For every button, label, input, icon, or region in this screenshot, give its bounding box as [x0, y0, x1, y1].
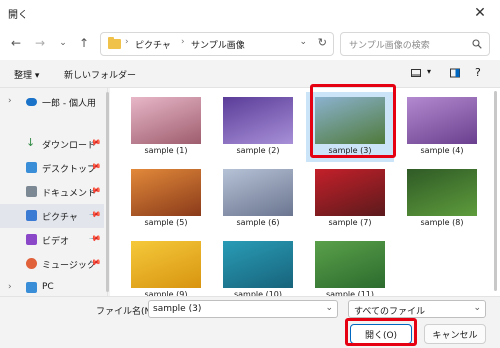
refresh-icon[interactable]: ↻	[318, 36, 327, 49]
image-thumbnail	[223, 97, 293, 144]
folder-icon	[108, 37, 121, 49]
sidebar-scrollbar[interactable]	[106, 92, 109, 292]
pin-icon: 📌	[88, 207, 102, 222]
breadcrumb-separator-icon: ›	[181, 37, 185, 47]
selection-highlight	[310, 84, 396, 158]
arrow-up-icon: ↑	[78, 36, 90, 50]
command-bar: 整理 ▾ 新しいフォルダー ▾ ?	[0, 60, 500, 88]
file-type-select[interactable]: すべてのファイル ⌄	[348, 300, 486, 318]
navigation-bar: ← → ⌄ ↑ › ピクチャ › サンプル画像 ⌄ ↻ サンプル画像の検索	[0, 26, 500, 60]
help-icon[interactable]: ?	[475, 66, 481, 79]
image-thumbnail	[131, 97, 201, 144]
pictures-icon	[26, 210, 37, 221]
breadcrumb-separator-icon: ›	[125, 37, 129, 47]
file-tile[interactable]: sample (4)	[398, 92, 486, 162]
file-type-value: すべてのファイル	[354, 307, 426, 317]
file-list-scrollbar[interactable]	[494, 91, 497, 291]
file-name: sample (1)	[144, 146, 188, 155]
cloud-icon	[26, 98, 37, 106]
pin-icon: 📌	[88, 231, 102, 246]
chevron-down-icon: ⌄	[59, 38, 67, 48]
expand-arrow-icon[interactable]: ›	[8, 282, 12, 292]
window-title: 開く	[8, 10, 28, 21]
open-button-highlight	[345, 318, 417, 346]
image-thumbnail	[223, 241, 293, 288]
document-icon	[26, 186, 37, 197]
file-tile[interactable]: sample (5)	[122, 164, 210, 234]
download-icon: ↓	[26, 136, 36, 149]
sidebar-item-music[interactable]: ミュージック 📌	[0, 252, 104, 276]
music-icon	[26, 258, 37, 269]
sidebar-item-downloads[interactable]: ↓ ダウンロード 📌	[0, 132, 104, 156]
image-thumbnail	[407, 169, 477, 216]
sidebar-item-videos[interactable]: ビデオ 📌	[0, 228, 104, 252]
sidebar-item-pictures[interactable]: ピクチャ 📌	[0, 204, 104, 228]
close-button[interactable]: ✕	[460, 0, 500, 26]
sidebar-item-label: ビデオ	[42, 237, 70, 247]
cancel-button[interactable]: キャンセル	[424, 324, 486, 344]
filename-value: sample (3)	[153, 304, 202, 314]
sidebar-item-label: 一郎 - 個人用	[42, 99, 96, 109]
breadcrumb-sample-images[interactable]: サンプル画像	[191, 38, 245, 51]
view-options-icon[interactable]	[411, 68, 421, 78]
pc-icon	[26, 282, 37, 293]
address-history-chevron-icon[interactable]: ⌄	[299, 37, 307, 47]
filename-input[interactable]: sample (3) ⌄	[148, 300, 338, 318]
view-options-chevron-icon[interactable]: ▾	[427, 67, 431, 76]
dialog-footer: ファイル名(N): sample (3) ⌄ すべてのファイル ⌄ 開く(O) …	[0, 296, 500, 348]
file-tile[interactable]: sample (2)	[214, 92, 302, 162]
new-folder-button[interactable]: 新しいフォルダー	[64, 68, 136, 81]
file-tile[interactable]: sample (7)	[306, 164, 394, 234]
sidebar-item-onedrive[interactable]: › 一郎 - 個人用	[0, 90, 104, 114]
image-thumbnail	[131, 241, 201, 288]
image-thumbnail	[407, 97, 477, 144]
search-box[interactable]: サンプル画像の検索	[340, 32, 490, 56]
sidebar-item-label: ミュージック	[42, 261, 96, 271]
file-name: sample (8)	[420, 218, 464, 227]
chevron-down-icon[interactable]: ⌄	[325, 303, 333, 313]
file-name: sample (2)	[236, 146, 280, 155]
file-name: sample (4)	[420, 146, 464, 155]
recent-locations-button[interactable]: ⌄	[55, 35, 71, 51]
up-button[interactable]: ↑	[76, 35, 92, 51]
sidebar-item-desktop[interactable]: デスクトップ 📌	[0, 156, 104, 180]
sidebar-item-label: PC	[42, 282, 54, 292]
arrow-right-icon: →	[34, 36, 46, 50]
address-bar[interactable]: › ピクチャ › サンプル画像 ⌄ ↻	[100, 32, 334, 56]
file-name: sample (5)	[144, 218, 188, 227]
preview-pane-icon[interactable]	[450, 68, 460, 78]
video-icon	[26, 234, 37, 245]
sidebar-item-label: ドキュメント	[42, 189, 97, 199]
arrow-left-icon: ←	[10, 36, 22, 50]
file-name: sample (6)	[236, 218, 280, 227]
back-button[interactable]: ←	[8, 35, 24, 51]
search-placeholder: サンプル画像の検索	[349, 41, 430, 51]
desktop-icon	[26, 162, 37, 173]
sidebar-item-documents[interactable]: ドキュメント 📌	[0, 180, 104, 204]
image-thumbnail	[315, 241, 385, 288]
file-list: sample (1) sample (2) sample (3) sample (4)…	[110, 88, 500, 299]
file-tile[interactable]: sample (8)	[398, 164, 486, 234]
image-thumbnail	[131, 169, 201, 216]
navigation-pane: › 一郎 - 個人用 ↓ ダウンロード 📌 デスクトップ 📌 ドキュメント 📌 …	[0, 88, 108, 296]
image-thumbnail	[315, 169, 385, 216]
chevron-down-icon: ⌄	[473, 303, 481, 313]
sidebar-item-label: ダウンロード	[42, 141, 97, 151]
image-thumbnail	[223, 169, 293, 216]
search-icon	[472, 39, 482, 49]
close-icon: ✕	[474, 5, 486, 21]
sidebar-item-label: ピクチャ	[42, 213, 78, 223]
title-bar: 開く ✕	[0, 0, 500, 26]
breadcrumb-pictures[interactable]: ピクチャ	[135, 38, 171, 51]
file-name: sample (7)	[328, 218, 372, 227]
organize-button[interactable]: 整理 ▾	[14, 68, 39, 81]
file-tile[interactable]: sample (6)	[214, 164, 302, 234]
file-tile[interactable]: sample (1)	[122, 92, 210, 162]
forward-button[interactable]: →	[32, 35, 48, 51]
sidebar-item-label: デスクトップ	[42, 165, 97, 175]
expand-arrow-icon[interactable]: ›	[8, 96, 12, 106]
